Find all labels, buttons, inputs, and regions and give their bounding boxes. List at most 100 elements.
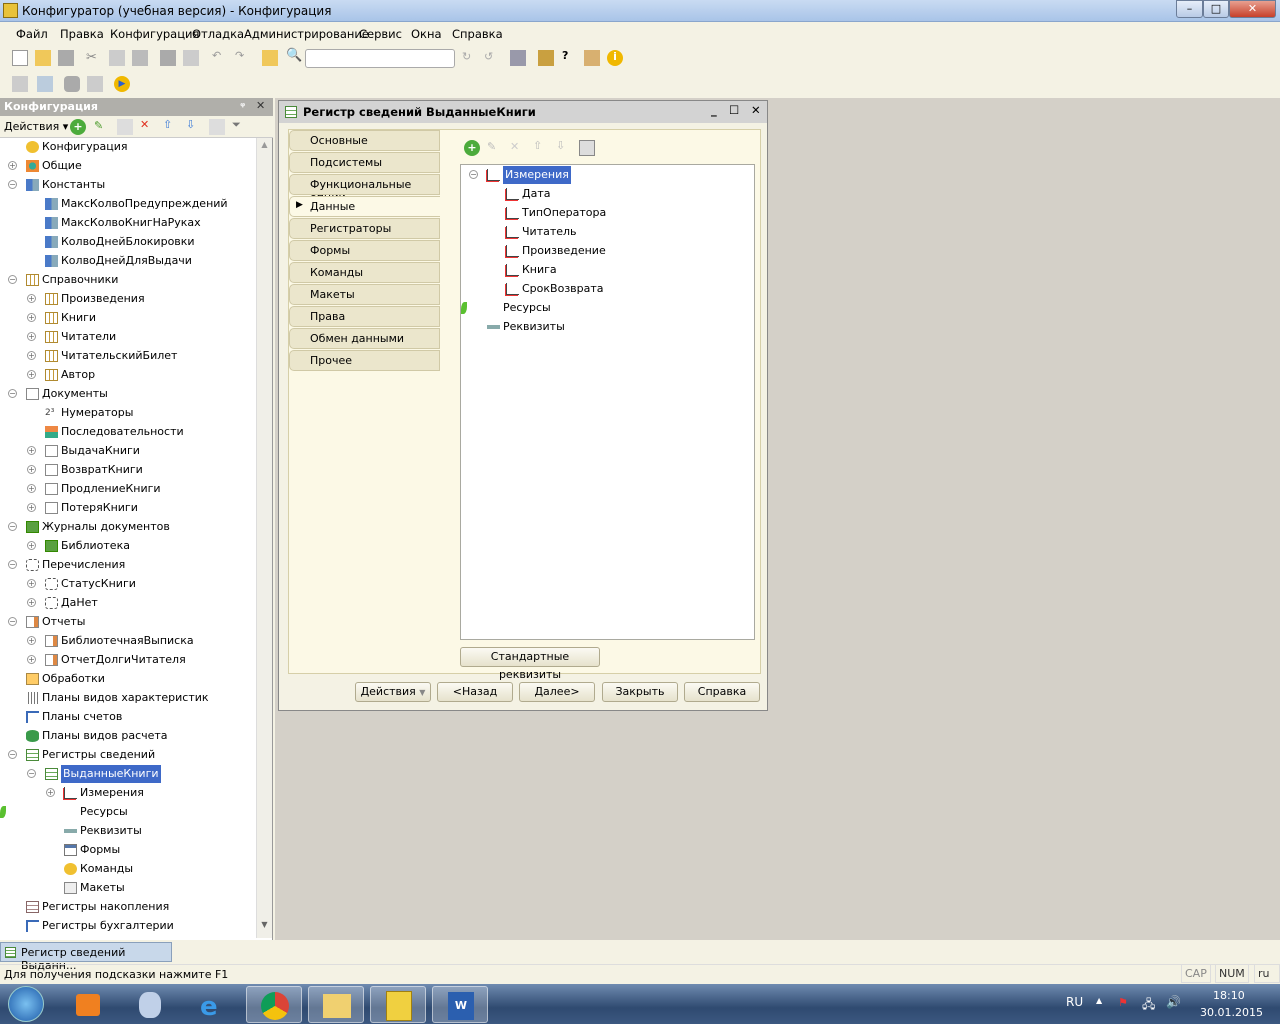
move-up-icon[interactable]: ⇧ [163, 118, 179, 134]
cut-icon[interactable]: ✂ [86, 50, 102, 66]
taskbar-word[interactable]: W [432, 986, 488, 1023]
tree-item[interactable]: Реквизиты [461, 318, 754, 336]
action-center-icon[interactable]: ⚑ [1118, 996, 1128, 1009]
tree-item[interactable]: Реквизиты [0, 822, 256, 840]
expand-icon[interactable]: + [27, 332, 36, 341]
close-dialog-button[interactable]: Закрыть [602, 682, 678, 702]
tree-item[interactable]: + ОтчетДолгиЧитателя [0, 651, 256, 669]
edit-icon[interactable]: ✎ [487, 140, 503, 156]
tree-item[interactable]: + ВозвратКниги [0, 461, 256, 479]
copy-icon[interactable] [109, 50, 125, 66]
tree-item[interactable]: − Перечисления [0, 556, 256, 574]
redo-icon[interactable]: ↷ [235, 49, 251, 65]
tab-4[interactable]: Регистраторы [289, 218, 440, 239]
syntax-helper-icon[interactable] [584, 50, 600, 66]
tree-item[interactable]: − Измерения [461, 166, 754, 184]
menu-configuration[interactable]: Конфигурация [110, 27, 199, 41]
expand-icon[interactable]: + [27, 294, 36, 303]
menu-help[interactable]: Справка [452, 27, 503, 41]
tree-item[interactable]: Регистры бухгалтерии [0, 917, 256, 935]
close-button[interactable]: ✕ [1229, 0, 1276, 18]
tree-item[interactable]: Формы [0, 841, 256, 859]
back-button[interactable]: <Назад [437, 682, 513, 702]
tree-item[interactable]: МаксКолвоКнигНаРуках [0, 214, 256, 232]
taskbar-explorer[interactable] [308, 986, 364, 1023]
tree-item[interactable]: Читатель [461, 223, 754, 241]
run-icon[interactable]: ▶ [114, 76, 130, 92]
tab-9[interactable]: Обмен данными [289, 328, 440, 349]
sort-icon[interactable] [209, 119, 225, 135]
print-icon[interactable] [160, 50, 176, 66]
tree-item[interactable]: + ПотеряКниги [0, 499, 256, 517]
maximize-button[interactable]: □ [1203, 0, 1229, 18]
filter-icon[interactable]: ⏷ [232, 118, 248, 134]
tree-item[interactable]: + Книги [0, 309, 256, 327]
tree-item[interactable]: Обработки [0, 670, 256, 688]
collapse-icon[interactable]: − [8, 522, 17, 531]
tree-item[interactable]: + ДаНет [0, 594, 256, 612]
expand-icon[interactable]: + [27, 313, 36, 322]
help-button[interactable]: Справка [684, 682, 760, 702]
expand-icon[interactable]: + [46, 788, 55, 797]
expand-icon[interactable]: + [27, 351, 36, 360]
expand-icon[interactable]: + [27, 541, 36, 550]
tree-item[interactable]: − Отчеты [0, 613, 256, 631]
panel-close-icon[interactable]: ✕ [256, 99, 265, 112]
start-button[interactable] [8, 986, 44, 1022]
tab-3[interactable]: ▶ Данные [289, 196, 440, 217]
find-prev-icon[interactable]: ↺ [484, 50, 500, 66]
taskbar-internet-explorer[interactable]: e [184, 986, 240, 1023]
tab-5[interactable]: Формы [289, 240, 440, 261]
volume-icon[interactable]: 🔊 [1166, 995, 1181, 1009]
search-icon[interactable]: 🔍 [286, 48, 302, 64]
tree-item[interactable]: + Общие [0, 157, 256, 175]
tab-10[interactable]: Прочее [289, 350, 440, 371]
expand-icon[interactable]: + [27, 636, 36, 645]
menu-windows[interactable]: Окна [411, 27, 442, 41]
new-icon[interactable] [12, 50, 28, 66]
tab-0[interactable]: Основные [289, 130, 440, 151]
tree-item[interactable]: Регистры накопления [0, 898, 256, 916]
collapse-icon[interactable]: − [8, 750, 17, 759]
tree-item[interactable]: − ВыданныеКниги [0, 765, 256, 783]
tree-item[interactable]: − Справочники [0, 271, 256, 289]
pin-icon[interactable]: ᵠ [240, 100, 245, 113]
delete-icon[interactable]: ✕ [140, 118, 156, 134]
taskbar-media-player[interactable] [60, 986, 116, 1023]
find-in-tree-icon[interactable] [262, 50, 278, 66]
menu-debug[interactable]: Отладка [192, 27, 244, 41]
network-icon[interactable]: 🖧 [1142, 995, 1155, 1016]
tree-item[interactable]: Ресурсы [461, 299, 754, 317]
tree-item[interactable]: Планы видов расчета [0, 727, 256, 745]
add-icon[interactable]: + [464, 140, 480, 156]
taskbar-app[interactable] [122, 986, 178, 1023]
menu-service[interactable]: Сервис [359, 27, 402, 41]
move-down-icon[interactable]: ⇩ [556, 139, 572, 155]
expand-icon[interactable]: + [27, 598, 36, 607]
open-icon[interactable] [35, 50, 51, 66]
tree-item[interactable]: + БиблиотечнаяВыписка [0, 632, 256, 650]
expand-icon[interactable]: + [27, 579, 36, 588]
dialog-maximize-button[interactable]: ☐ [729, 103, 739, 117]
tree-item[interactable]: + Автор [0, 366, 256, 384]
add-icon[interactable]: + [70, 119, 86, 135]
next-button[interactable]: Далее> [519, 682, 595, 702]
undo-icon[interactable]: ↶ [212, 49, 228, 65]
tab-1[interactable]: Подсистемы [289, 152, 440, 173]
copy-item-icon[interactable] [117, 119, 133, 135]
tree-item[interactable]: + ЧитательскийБилет [0, 347, 256, 365]
tree-item[interactable]: − Регистры сведений [0, 746, 256, 764]
collapse-icon[interactable]: − [8, 180, 17, 189]
tree-item[interactable]: Макеты [0, 879, 256, 897]
expand-icon[interactable]: + [27, 465, 36, 474]
delete-icon[interactable]: ✕ [510, 140, 526, 156]
config-tree-icon[interactable] [12, 76, 28, 92]
actions-menu[interactable]: Действия ▾ [4, 120, 68, 133]
clock-time[interactable]: 18:10 [1213, 989, 1245, 1002]
tree-scrollbar[interactable]: ▲ ▼ [256, 138, 272, 938]
tree-item[interactable]: Книга [461, 261, 754, 279]
move-up-icon[interactable]: ⇧ [533, 139, 549, 155]
tab-8[interactable]: Права [289, 306, 440, 327]
wizard-icon[interactable] [538, 50, 554, 66]
menu-file[interactable]: Файл [16, 27, 48, 41]
